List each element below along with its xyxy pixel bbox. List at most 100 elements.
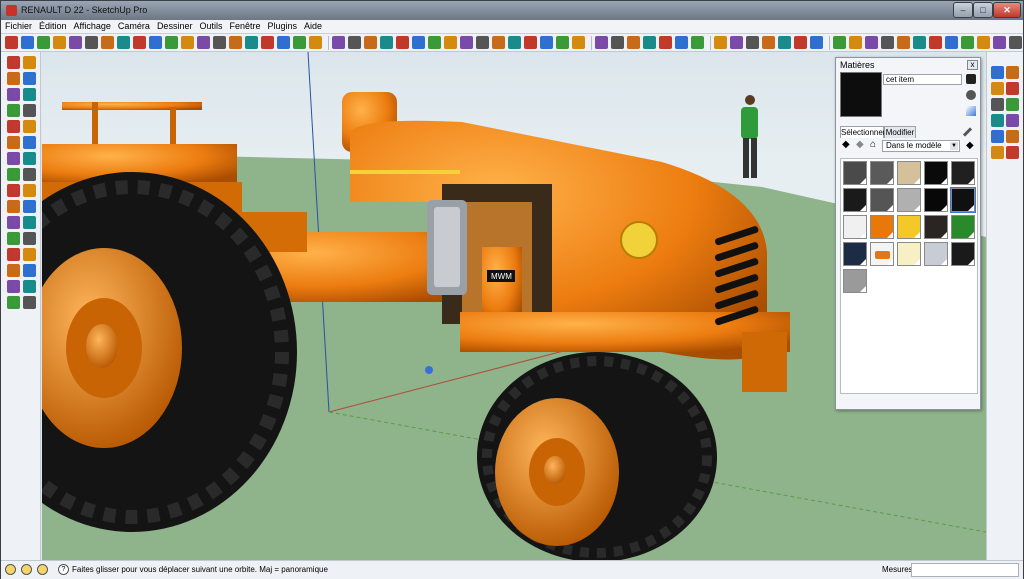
right-tool-icon[interactable]: [991, 130, 1004, 143]
minimize-button[interactable]: –: [953, 2, 973, 18]
right-tool-icon[interactable]: [991, 146, 1004, 159]
offset-icon[interactable]: [229, 36, 242, 49]
rect-icon[interactable]: [37, 36, 50, 49]
account-icon[interactable]: [37, 564, 48, 575]
plugin10-icon[interactable]: [977, 36, 990, 49]
left-tool-icon[interactable]: [23, 200, 36, 213]
back-icon[interactable]: [675, 36, 688, 49]
left-tool-icon[interactable]: [23, 152, 36, 165]
credits-icon[interactable]: [21, 564, 32, 575]
right-tool-icon[interactable]: [1006, 114, 1019, 127]
plugin5-icon[interactable]: [897, 36, 910, 49]
left-tool-icon[interactable]: [23, 264, 36, 277]
tab-modifier[interactable]: Modifier: [884, 126, 916, 138]
menu-dessiner[interactable]: Dessiner: [153, 20, 196, 31]
plugin9-icon[interactable]: [961, 36, 974, 49]
left-tool-icon[interactable]: [7, 184, 20, 197]
zoomwin-icon[interactable]: [396, 36, 409, 49]
tape-icon[interactable]: [117, 36, 130, 49]
material-swatch[interactable]: [897, 215, 921, 239]
left-tool-icon[interactable]: [7, 232, 20, 245]
right-tool-icon[interactable]: [1006, 82, 1019, 95]
walk-icon[interactable]: [476, 36, 489, 49]
menu-outils[interactable]: Outils: [195, 20, 225, 31]
material-swatch[interactable]: [843, 161, 867, 185]
follow-icon[interactable]: [197, 36, 210, 49]
material-swatch-tractor[interactable]: [870, 242, 894, 266]
help-icon[interactable]: ?: [58, 564, 69, 575]
component-icon[interactable]: [556, 36, 569, 49]
xray-icon[interactable]: [730, 36, 743, 49]
left-tool-icon[interactable]: [7, 56, 20, 69]
right-tool-icon[interactable]: [1006, 146, 1019, 159]
menu-fenetre[interactable]: Fenêtre: [225, 20, 263, 31]
shaded-icon[interactable]: [778, 36, 791, 49]
warehouse-icon[interactable]: [540, 36, 553, 49]
dim-icon[interactable]: [261, 36, 274, 49]
close-button[interactable]: ✕: [993, 2, 1021, 18]
mono-icon[interactable]: [810, 36, 823, 49]
plugin6-icon[interactable]: [913, 36, 926, 49]
left-tool-icon[interactable]: [23, 104, 36, 117]
left-tool-icon[interactable]: [23, 120, 36, 133]
shape-icon[interactable]: [85, 36, 98, 49]
left-tool-icon[interactable]: [7, 248, 20, 261]
eraser-icon[interactable]: [101, 36, 114, 49]
3dtext-icon[interactable]: [332, 36, 345, 49]
plugin8-icon[interactable]: [945, 36, 958, 49]
forward-arrow-icon[interactable]: ◆: [856, 140, 866, 150]
left-tool-icon[interactable]: [23, 88, 36, 101]
tab-selectionner[interactable]: Sélectionner: [840, 126, 885, 138]
left-tool-icon[interactable]: [23, 232, 36, 245]
right-tool-icon[interactable]: [991, 114, 1004, 127]
material-swatch[interactable]: [870, 215, 894, 239]
text-icon[interactable]: [293, 36, 306, 49]
left-tool-icon[interactable]: [7, 280, 20, 293]
left-tool-icon[interactable]: [23, 248, 36, 261]
back-arrow-icon[interactable]: ◆: [842, 140, 852, 150]
material-swatch[interactable]: [897, 242, 921, 266]
paint-icon[interactable]: [133, 36, 146, 49]
right-tool-icon[interactable]: [991, 82, 1004, 95]
axes-icon[interactable]: [309, 36, 322, 49]
hidden-icon[interactable]: [762, 36, 775, 49]
orbit-icon[interactable]: [348, 36, 361, 49]
right-tool-icon[interactable]: [1006, 130, 1019, 143]
section-icon[interactable]: [508, 36, 521, 49]
plugin3-icon[interactable]: [865, 36, 878, 49]
left-tool-icon[interactable]: [23, 168, 36, 181]
paint-bucket-icon[interactable]: [966, 90, 976, 100]
material-swatch[interactable]: [870, 161, 894, 185]
menu-plugins[interactable]: Plugins: [264, 20, 301, 31]
bottom-icon[interactable]: [714, 36, 727, 49]
material-swatch[interactable]: [897, 188, 921, 212]
left-tool-icon[interactable]: [7, 168, 20, 181]
look-icon[interactable]: [492, 36, 505, 49]
menu-affichage[interactable]: Affichage: [70, 20, 114, 31]
left-tool-icon[interactable]: [23, 296, 36, 309]
prev-icon[interactable]: [428, 36, 441, 49]
pencil-icon[interactable]: [21, 36, 34, 49]
top-icon[interactable]: [627, 36, 640, 49]
push-icon[interactable]: [149, 36, 162, 49]
material-swatch[interactable]: [951, 161, 975, 185]
plugin4-icon[interactable]: [881, 36, 894, 49]
material-swatch[interactable]: [951, 215, 975, 239]
create-material-icon[interactable]: [966, 74, 976, 84]
left-tool-icon[interactable]: [23, 184, 36, 197]
camera-icon[interactable]: [460, 36, 473, 49]
wire-icon[interactable]: [746, 36, 759, 49]
zoom-icon[interactable]: [380, 36, 393, 49]
arc-icon[interactable]: [69, 36, 82, 49]
home-icon[interactable]: ⌂: [870, 140, 880, 150]
scale-icon[interactable]: [213, 36, 226, 49]
left-tool-icon[interactable]: [7, 216, 20, 229]
extension-icon[interactable]: [572, 36, 585, 49]
collection-select[interactable]: Dans le modèle ▼: [882, 140, 960, 152]
left-tool-icon[interactable]: [7, 296, 20, 309]
left-tool-icon[interactable]: [23, 280, 36, 293]
layers-icon[interactable]: [595, 36, 608, 49]
material-swatch[interactable]: [843, 215, 867, 239]
right-icon[interactable]: [659, 36, 672, 49]
material-swatch[interactable]: [870, 188, 894, 212]
